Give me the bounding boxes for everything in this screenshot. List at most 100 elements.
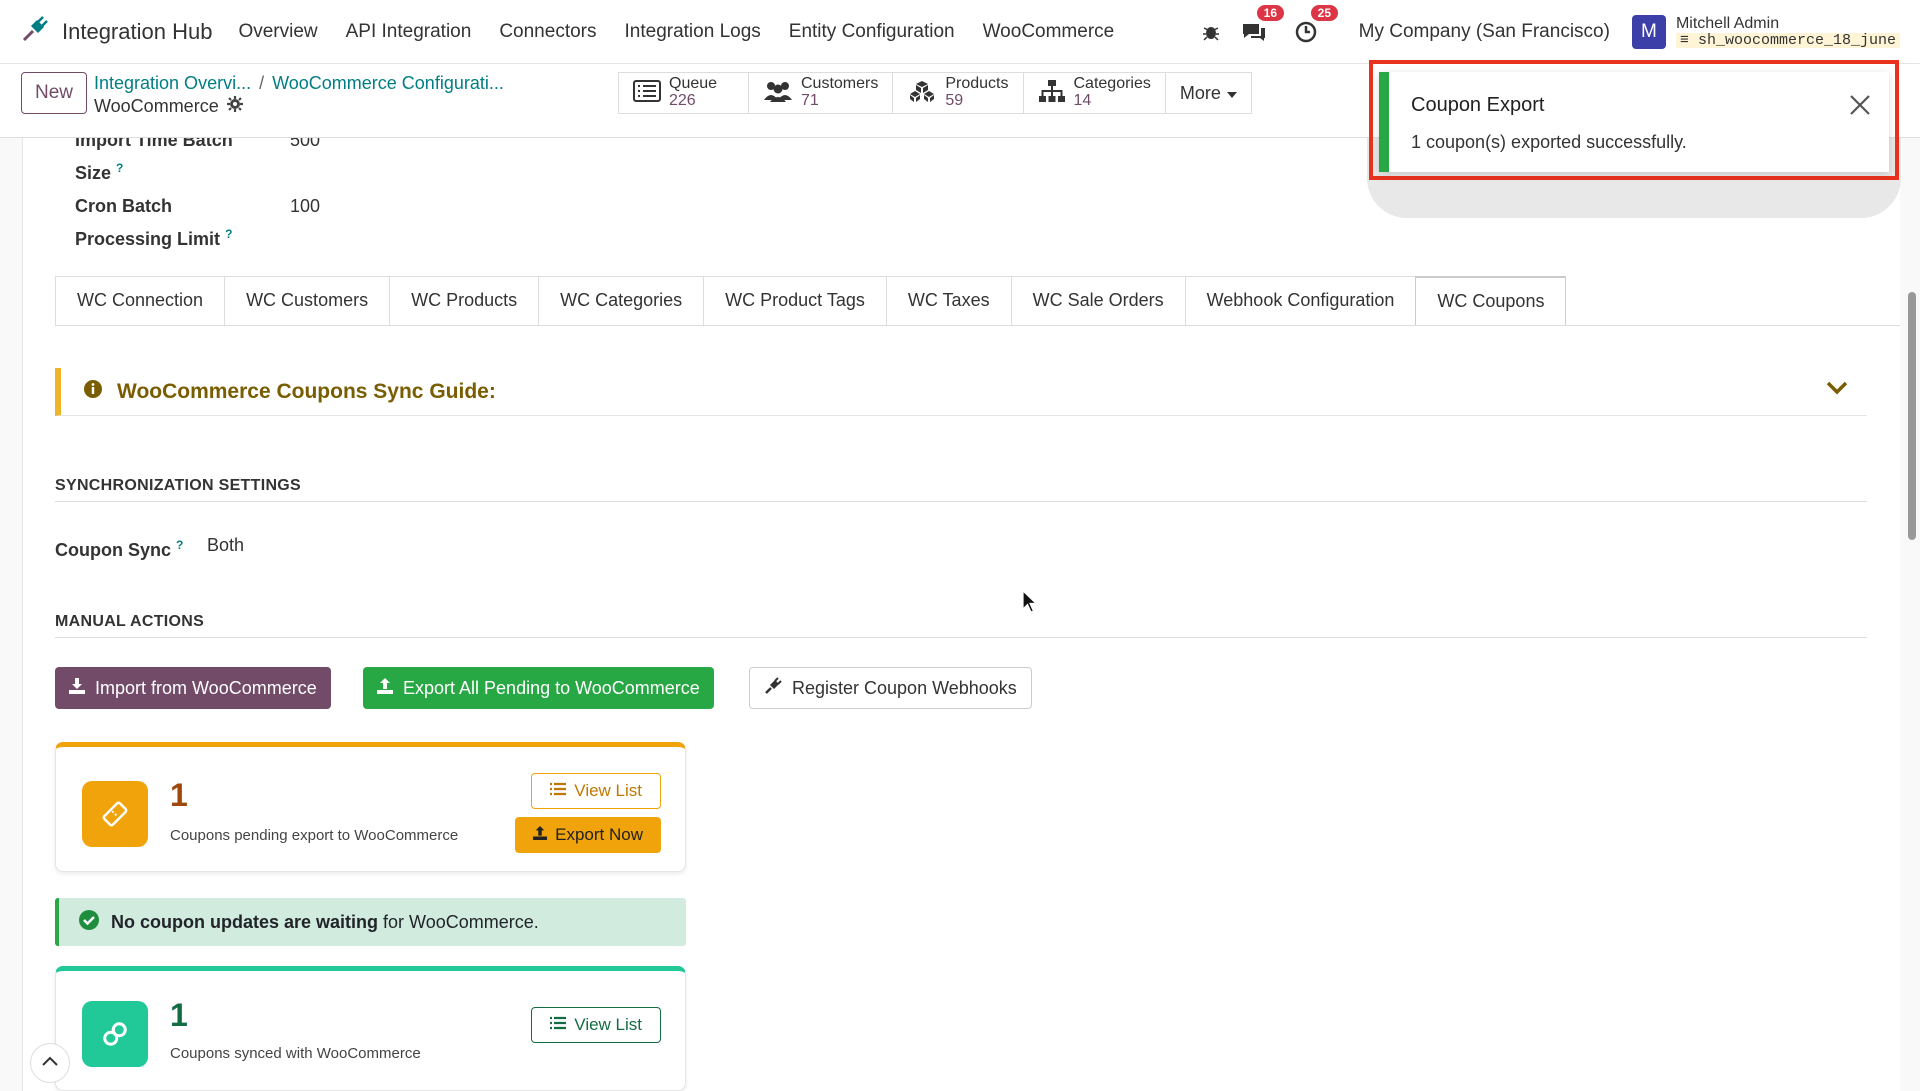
vertical-scrollbar[interactable] [1908,292,1916,540]
smart-buttons: Queue 226 Customers 71 Products 59 Categori… [618,72,1252,114]
register-label: Register Coupon Webhooks [792,677,1017,698]
sync-settings-heading: SYNCHRONIZATION SETTINGS [55,477,1867,502]
help-icon[interactable]: ? [176,538,183,552]
more-dropdown[interactable]: More [1166,73,1251,113]
messages-icon[interactable]: 16 [1241,5,1284,43]
plug-icon [764,676,782,700]
sync-guide-collapsible[interactable]: WooCommerce Coupons Sync Guide: [55,368,1867,416]
toast-title: Coupon Export [1411,94,1545,116]
smart-button-customers[interactable]: Customers 71 [749,73,894,113]
alert-bold: No coupon updates are waiting [111,911,379,932]
field-label-coupon-sync: Coupon Sync ? [55,531,207,564]
register-coupon-webhooks-button[interactable]: Register Coupon Webhooks [749,667,1032,709]
tab-wc-sale-orders[interactable]: WC Sale Orders [1010,276,1186,325]
cubes-icon [907,79,937,108]
breadcrumb-separator: / [259,73,265,93]
field-label-cron-1: Cron Batch [75,196,173,216]
tab-webhook-configuration[interactable]: Webhook Configuration [1184,276,1417,325]
menu-item-woocommerce[interactable]: WooCommerce [983,21,1115,43]
export-all-label: Export All Pending to WooCommerce [403,677,700,698]
activities-badge: 25 [1310,5,1338,21]
no-updates-alert: No coupon updates are waiting for WooCom… [55,898,686,946]
help-icon[interactable]: ? [225,227,232,241]
database-icon: ≡ [1679,31,1698,49]
check-circle-icon [79,909,99,935]
activity-clock-icon[interactable]: 25 [1295,5,1338,43]
more-label: More [1179,82,1221,103]
manual-actions-heading: MANUAL ACTIONS [55,613,1867,638]
smart-value-customers: 71 [801,92,819,109]
guide-title: WooCommerce Coupons Sync Guide: [117,379,496,403]
field-value-coupon-sync[interactable]: Both [207,531,244,564]
gear-icon[interactable] [226,96,243,117]
smart-button-products[interactable]: Products 59 [893,73,1024,113]
field-label-batch-size: Import Time Batch Size ? [75,138,290,187]
menu-item-overview[interactable]: Overview [238,21,317,43]
help-icon[interactable]: ? [116,161,123,175]
import-from-woocommerce-button[interactable]: Import from WooCommerce [55,667,331,709]
synced-description: Coupons synced with WooCommerce [170,1045,421,1062]
breadcrumb: Integration Overvi... / WooCommerce Config… [94,73,504,117]
brand[interactable]: Integration Hub [20,14,212,49]
download-icon [69,677,85,699]
breadcrumb-parent[interactable]: Integration Overvi... [94,73,251,93]
tab-wc-categories[interactable]: WC Categories [538,276,705,325]
toast-highlight-frame: Coupon Export 1 coupon(s) exported succe… [1369,60,1899,180]
info-icon [83,379,103,404]
field-label-cron-limit: Cron Batch Processing Limit ? [75,192,290,253]
main-menu: Overview API Integration Connectors Inte… [238,21,1142,43]
smart-label-queue: Queue [669,75,718,93]
export-now-button[interactable]: Export Now [515,817,661,853]
chevron-down-icon[interactable] [1825,380,1849,401]
current-record: WooCommerce [94,96,504,117]
field-label-batch-line: Size [75,163,112,183]
users-icon [763,80,793,107]
close-icon[interactable] [1849,94,1871,121]
user-name: Mitchell Admin [1675,14,1780,32]
list-icon [550,1015,567,1035]
pending-view-list-button[interactable]: View List [531,773,661,809]
tab-wc-connection[interactable]: WC Connection [55,276,226,325]
user-menu[interactable]: Mitchell Admin ≡ sh_woocommerce_18_june [1675,14,1900,49]
export-all-pending-button[interactable]: Export All Pending to WooCommerce [363,667,714,709]
upload-icon [377,677,393,699]
form-sheet: Import Time Batch Size ? 500 Cron Batch Pr… [22,138,1900,1091]
coupon-export-toast: Coupon Export 1 coupon(s) exported succe… [1379,72,1889,172]
list-icon [633,79,661,107]
smart-label-customers: Customers [801,75,879,93]
tab-wc-customers[interactable]: WC Customers [224,276,391,325]
sitemap-icon [1038,79,1066,108]
menu-item-connectors[interactable]: Connectors [499,21,596,43]
field-label-batch-partial: Import Time Batch [75,138,233,150]
import-label: Import from WooCommerce [95,677,317,698]
database-name: ≡ sh_woocommerce_18_june [1675,31,1900,49]
alert-rest: for WooCommerce. [383,911,539,932]
smart-button-categories[interactable]: Categories 14 [1024,73,1166,113]
smart-button-queue[interactable]: Queue 226 [619,73,749,113]
avatar[interactable]: M [1631,15,1666,49]
mouse-cursor-icon [1022,589,1038,619]
tab-wc-product-tags[interactable]: WC Product Tags [703,276,887,325]
database-name-text: sh_woocommerce_18_june [1697,31,1896,49]
export-now-label: Export Now [555,825,643,844]
menu-item-entity-configuration[interactable]: Entity Configuration [789,21,955,43]
field-value-batch-size[interactable]: 500 [290,138,320,187]
pending-count: 1 [170,777,188,813]
app-title: Integration Hub [62,18,213,44]
field-label-cron-2: Processing Limit [75,229,221,249]
company-switcher[interactable]: My Company (San Francisco) [1359,21,1610,43]
field-value-cron-limit[interactable]: 100 [290,192,320,253]
menu-item-integration-logs[interactable]: Integration Logs [625,21,761,43]
tab-wc-products[interactable]: WC Products [389,276,540,325]
new-button[interactable]: New [21,72,87,114]
scroll-to-top-button[interactable] [30,1043,70,1083]
breadcrumb-child[interactable]: WooCommerce Configurati... [272,73,504,93]
tab-wc-coupons[interactable]: WC Coupons [1415,276,1567,325]
synced-view-list-button[interactable]: View List [531,1007,661,1043]
tab-wc-taxes[interactable]: WC Taxes [885,276,1012,325]
toast-message: 1 coupon(s) exported successfully. [1411,132,1687,152]
bug-icon[interactable] [1201,22,1221,42]
pending-view-list-label: View List [574,781,642,800]
alert-text: No coupon updates are waiting for WooCom… [111,912,539,933]
menu-item-api-integration[interactable]: API Integration [346,21,472,43]
